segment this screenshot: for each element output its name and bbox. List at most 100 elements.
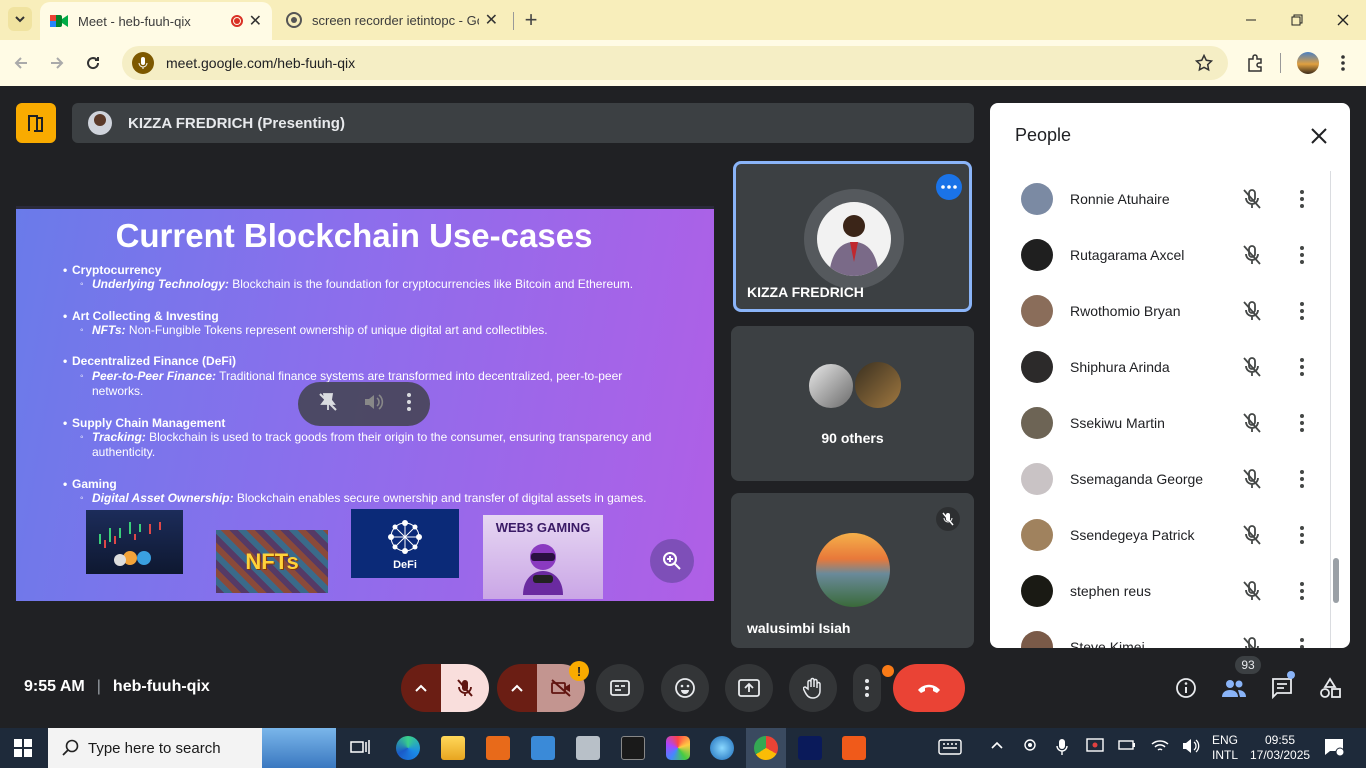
screen-recorder-icon[interactable] xyxy=(842,736,866,760)
people-icon[interactable] xyxy=(1220,674,1248,702)
terminal-icon[interactable] xyxy=(621,736,645,760)
participant-tile-presenter[interactable]: KIZZA FREDRICH xyxy=(733,161,972,312)
address-bar[interactable]: meet.google.com/heb-fuuh-qix xyxy=(122,46,1228,80)
muted-mic-icon[interactable] xyxy=(1240,579,1264,603)
participant-row[interactable]: Rwothomio Bryan xyxy=(990,283,1330,339)
new-tab-plus-icon[interactable]: + xyxy=(518,7,544,33)
show-hidden-icons-chevron-icon[interactable] xyxy=(990,738,1004,755)
participant-row[interactable]: Ssekiwu Martin xyxy=(990,395,1330,451)
restore-icon[interactable] xyxy=(1284,7,1310,33)
audio-options-button[interactable] xyxy=(401,664,441,712)
google-meet-favicon-icon xyxy=(50,15,68,27)
video-options-button[interactable] xyxy=(497,664,537,712)
participant-tile-others[interactable]: 90 others xyxy=(731,326,974,481)
raise-hand-button[interactable] xyxy=(789,664,837,712)
muted-mic-icon[interactable] xyxy=(1240,467,1264,491)
more-options-icon[interactable] xyxy=(1290,579,1314,603)
volume-icon[interactable] xyxy=(1182,738,1200,757)
app-icon[interactable] xyxy=(531,736,555,760)
companion-mode-icon[interactable] xyxy=(16,103,56,143)
muted-mic-icon[interactable] xyxy=(1240,635,1264,648)
participant-row[interactable]: Rutagarama Axcel xyxy=(990,227,1330,283)
minimize-icon[interactable] xyxy=(1238,7,1264,33)
more-options-icon[interactable] xyxy=(1290,187,1314,211)
close-tab-icon[interactable]: ✕ xyxy=(249,11,262,31)
forward-arrow-icon[interactable] xyxy=(44,50,70,76)
task-view-icon[interactable] xyxy=(349,736,373,760)
more-options-icon[interactable] xyxy=(1290,355,1314,379)
tab-screen-recorder[interactable]: screen recorder ietintopc - Goo ✕ xyxy=(276,0,508,40)
chrome-icon[interactable] xyxy=(754,736,778,760)
reload-icon[interactable] xyxy=(80,50,106,76)
file-explorer-icon[interactable] xyxy=(441,736,465,760)
zoom-in-icon[interactable] xyxy=(650,539,694,583)
tab-meet[interactable]: Meet - heb-fuuh-qix ✕ xyxy=(40,2,272,40)
muted-mic-icon[interactable] xyxy=(1240,523,1264,547)
extensions-puzzle-icon[interactable] xyxy=(1242,50,1268,76)
close-tab-icon[interactable]: ✕ xyxy=(485,10,498,30)
unpin-icon[interactable] xyxy=(317,391,339,418)
muted-mic-icon[interactable] xyxy=(1240,411,1264,435)
more-options-icon[interactable] xyxy=(1290,299,1314,323)
leave-call-button[interactable] xyxy=(893,664,965,712)
participant-row[interactable]: Ssendegeya Patrick xyxy=(990,507,1330,563)
sublime-text-icon[interactable] xyxy=(486,736,510,760)
back-arrow-icon[interactable] xyxy=(8,50,34,76)
people-panel-title: People xyxy=(1015,125,1072,145)
more-options-icon[interactable] xyxy=(1290,467,1314,491)
app-icon[interactable] xyxy=(798,736,822,760)
participant-name: Ssekiwu Martin xyxy=(1070,415,1165,431)
webcam-icon[interactable] xyxy=(1022,738,1038,757)
activities-icon[interactable] xyxy=(1316,674,1344,702)
tab-search-chevron-icon[interactable] xyxy=(8,7,32,31)
app-icon[interactable] xyxy=(666,736,690,760)
browser-menu-icon[interactable] xyxy=(1330,50,1356,76)
more-options-icon[interactable] xyxy=(1290,243,1314,267)
more-options-icon[interactable] xyxy=(1290,411,1314,435)
tab-title: screen recorder ietintopc - Goo xyxy=(312,12,479,28)
battery-icon[interactable] xyxy=(1118,738,1136,755)
participant-row[interactable]: Ssemaganda George xyxy=(990,451,1330,507)
participant-row[interactable]: stephen reus xyxy=(990,563,1330,619)
muted-mic-icon[interactable] xyxy=(1240,243,1264,267)
microphone-icon[interactable] xyxy=(1055,738,1069,759)
profile-avatar[interactable] xyxy=(1297,52,1319,74)
volume-icon[interactable] xyxy=(362,391,384,418)
edge-browser-icon[interactable] xyxy=(396,736,420,760)
present-screen-button[interactable] xyxy=(725,664,773,712)
muted-mic-icon[interactable] xyxy=(1240,355,1264,379)
participant-row[interactable]: Steve Kimei xyxy=(990,619,1330,648)
keyboard-icon[interactable] xyxy=(938,738,962,759)
tile-hover-controls xyxy=(298,382,430,426)
more-options-button[interactable] xyxy=(853,664,881,712)
toggle-microphone-button[interactable] xyxy=(441,664,489,712)
close-window-icon[interactable] xyxy=(1330,7,1356,33)
muted-mic-icon[interactable] xyxy=(1240,299,1264,323)
participant-row[interactable]: Ronnie Atuhaire xyxy=(990,171,1330,227)
more-options-icon[interactable] xyxy=(936,174,962,200)
notifications-icon[interactable] xyxy=(1324,738,1345,759)
language-indicator[interactable]: ENG INTL xyxy=(1212,733,1238,763)
captions-button[interactable] xyxy=(596,664,644,712)
scrollbar-thumb[interactable] xyxy=(1333,558,1339,603)
muted-mic-icon[interactable] xyxy=(1240,187,1264,211)
app-icon[interactable] xyxy=(576,736,600,760)
more-options-icon[interactable] xyxy=(406,392,411,416)
bookmark-star-icon[interactable] xyxy=(1191,50,1217,76)
clock[interactable]: 09:55 17/03/2025 xyxy=(1250,733,1310,763)
mic-in-use-icon[interactable] xyxy=(132,52,154,74)
participant-row[interactable]: Shiphura Arinda xyxy=(990,339,1330,395)
windows-start-icon[interactable] xyxy=(14,739,32,762)
screen-share-tray-icon[interactable] xyxy=(1086,738,1104,757)
participant-tile-walusimbi[interactable]: walusimbi Isiah xyxy=(731,493,974,648)
people-count-badge: 93 xyxy=(1235,656,1261,674)
presenter-bar: KIZZA FREDRICH (Presenting) xyxy=(72,103,974,143)
more-options-icon[interactable] xyxy=(1290,635,1314,648)
more-options-icon[interactable] xyxy=(1290,523,1314,547)
app-icon[interactable] xyxy=(710,736,734,760)
taskbar-search-box[interactable]: Type here to search xyxy=(48,728,336,768)
close-panel-icon[interactable] xyxy=(1308,125,1330,147)
wifi-icon[interactable] xyxy=(1151,738,1169,757)
meeting-details-icon[interactable] xyxy=(1172,674,1200,702)
reactions-button[interactable] xyxy=(661,664,709,712)
